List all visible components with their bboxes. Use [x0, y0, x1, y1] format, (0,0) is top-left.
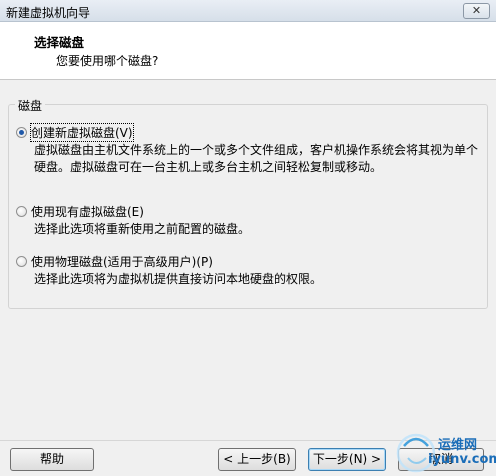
page-title: 选择磁盘 [34, 35, 85, 50]
radio-use-existing-disk[interactable] [16, 206, 27, 217]
disk-group-label: 磁盘 [15, 97, 46, 114]
option-label-create-new-disk[interactable]: 创建新虚拟磁盘(V) [30, 123, 134, 142]
close-icon: ✕ [471, 4, 482, 17]
close-button[interactable]: ✕ [463, 3, 490, 19]
wizard-header: 选择磁盘 您要使用哪个磁盘? [0, 22, 496, 80]
radio-use-physical-disk[interactable] [16, 256, 27, 267]
option-desc-use-physical-disk: 选择此选项将为虚拟机提供直接访问本地硬盘的权限。 [34, 272, 323, 286]
option-desc-create-new-disk: 虚拟磁盘由主机文件系统上的一个或多个文件组成，客户机操作系统会将其视为单个硬盘。… [34, 143, 479, 174]
page-subtitle: 您要使用哪个磁盘? [56, 54, 159, 68]
option-desc-use-existing-disk: 选择此选项将重新使用之前配置的磁盘。 [34, 222, 251, 236]
next-button[interactable]: 下一步(N) > [308, 448, 386, 471]
watermark-text-cn: 运维网 [438, 438, 478, 453]
option-label-use-physical-disk[interactable]: 使用物理磁盘(适用于高级用户)(P) [31, 253, 213, 270]
title-bar: 新建虚拟机向导 ✕ [0, 0, 496, 22]
radio-create-new-disk[interactable] [16, 127, 27, 138]
window-title: 新建虚拟机向导 [6, 6, 91, 20]
watermark-text-url: iyunv.com [428, 452, 496, 467]
back-button[interactable]: < 上一步(B) [218, 448, 296, 471]
option-label-use-existing-disk[interactable]: 使用现有虚拟磁盘(E) [31, 203, 144, 220]
help-button[interactable]: 帮助 [10, 448, 94, 471]
